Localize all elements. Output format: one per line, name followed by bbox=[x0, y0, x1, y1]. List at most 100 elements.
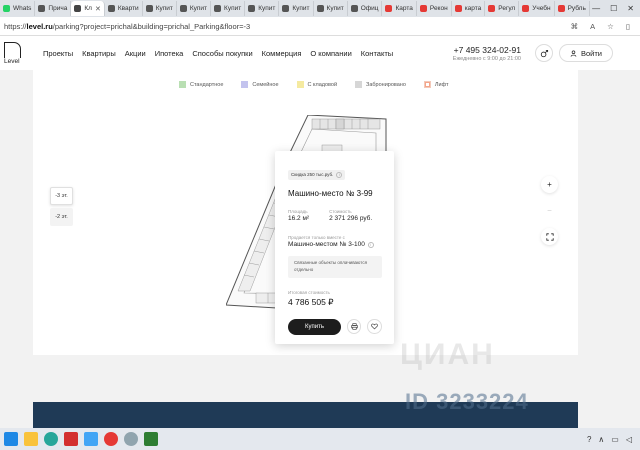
tab-label: Рекон bbox=[429, 5, 448, 12]
excel-icon[interactable] bbox=[144, 432, 158, 446]
tab-label: Купит bbox=[258, 5, 276, 12]
tab-label: Купит bbox=[155, 5, 173, 12]
close-window-icon[interactable]: ✕ bbox=[627, 4, 634, 13]
tab-label: Купит bbox=[292, 5, 310, 12]
translate-icon[interactable]: ⌘ bbox=[571, 22, 579, 31]
tab-label: Whats bbox=[13, 5, 32, 12]
display-icon[interactable]: ▭ bbox=[611, 435, 619, 444]
print-button[interactable] bbox=[346, 319, 362, 334]
browser-tab[interactable]: Карта bbox=[382, 1, 417, 16]
floor-button-minus-3[interactable]: -3 эт. bbox=[50, 187, 73, 205]
parking-spots-top[interactable] bbox=[311, 118, 381, 130]
zoom-in-button[interactable]: + bbox=[541, 176, 558, 193]
telegram-icon[interactable] bbox=[124, 432, 138, 446]
browser-tab[interactable]: Купит bbox=[177, 1, 212, 16]
paint-icon[interactable] bbox=[84, 432, 98, 446]
legend-swatch bbox=[296, 81, 304, 88]
phone-number[interactable]: +7 495 324-02-91 bbox=[453, 45, 521, 55]
tab-label: Учебн bbox=[532, 5, 551, 12]
nav-commercial[interactable]: Коммерция bbox=[262, 49, 302, 58]
read-aloud-icon[interactable]: A bbox=[590, 22, 595, 31]
browser-tab[interactable]: Купит bbox=[245, 1, 280, 16]
nav-apartments[interactable]: Квартиры bbox=[82, 49, 116, 58]
browser-tab[interactable]: Купит bbox=[143, 1, 177, 16]
windows-start-icon[interactable] bbox=[4, 432, 18, 446]
tab-favicon-icon bbox=[385, 5, 393, 12]
chrome-icon[interactable] bbox=[104, 432, 118, 446]
browser-tab[interactable]: Купит bbox=[279, 1, 314, 16]
tab-favicon-icon bbox=[145, 5, 153, 12]
floor-button-minus-2[interactable]: -2 эт. bbox=[50, 208, 73, 226]
nav-contacts[interactable]: Контакты bbox=[361, 49, 393, 58]
browser-tab[interactable]: Купит bbox=[314, 1, 348, 16]
browser-tab[interactable]: Рубль bbox=[555, 1, 590, 16]
zoom-controls: + − bbox=[541, 176, 558, 245]
tab-label: Купит bbox=[326, 5, 344, 12]
favorite-star-icon[interactable]: ☆ bbox=[607, 22, 614, 31]
minimize-icon[interactable]: — bbox=[592, 4, 600, 13]
browser-tab[interactable]: Офиц bbox=[348, 1, 383, 16]
legend-item: Лифт bbox=[423, 81, 449, 88]
compare-button[interactable] bbox=[535, 44, 553, 62]
address-bar-icons: ⌘ A ☆ ▯ bbox=[571, 22, 636, 31]
cian-watermark: ЦИАН bbox=[400, 338, 495, 371]
url-field[interactable]: https://level.ru/parking?project=prichal… bbox=[4, 22, 571, 31]
total-price-value: 4 786 505 ₽ bbox=[288, 296, 334, 307]
floor-switcher: -3 эт. -2 эт. bbox=[50, 187, 73, 226]
windows-taskbar: ? ∧ ▭ ◁ bbox=[0, 428, 640, 450]
fullscreen-icon bbox=[545, 232, 554, 241]
tab-favicon-icon bbox=[557, 5, 565, 12]
browser-tab[interactable]: Регул bbox=[485, 1, 520, 16]
legend-label: С кладовой bbox=[307, 81, 338, 88]
nav-promotions[interactable]: Акции bbox=[125, 49, 146, 58]
nav-mortgage[interactable]: Ипотека bbox=[155, 49, 184, 58]
split-screen-icon[interactable]: ▯ bbox=[626, 22, 630, 31]
maximize-icon[interactable]: ☐ bbox=[610, 4, 617, 13]
browser-tab[interactable]: Купит bbox=[211, 1, 246, 16]
browser-tab[interactable]: Кл ✕ bbox=[71, 1, 105, 16]
tab-label: карта bbox=[464, 5, 482, 12]
browser-tab[interactable]: Кварти bbox=[105, 1, 143, 16]
fullscreen-button[interactable] bbox=[541, 228, 558, 245]
tab-favicon-icon bbox=[282, 5, 290, 12]
linked-spot: Машино-местом № 3-100 i bbox=[288, 241, 382, 248]
tab-favicon-icon bbox=[488, 5, 496, 12]
area-spec: Площадь 16.2 м² bbox=[288, 209, 310, 222]
browser-tab[interactable]: Whats bbox=[0, 1, 36, 16]
parking-spot-title: Машино-место № 3-99 bbox=[288, 189, 373, 198]
tab-favicon-icon bbox=[107, 5, 115, 12]
help-icon[interactable]: ? bbox=[587, 435, 591, 444]
nav-payment-methods[interactable]: Способы покупки bbox=[192, 49, 252, 58]
nav-projects[interactable]: Проекты bbox=[43, 49, 73, 58]
browser-tab[interactable]: Учебн bbox=[519, 1, 555, 16]
tab-close-icon[interactable]: ✕ bbox=[95, 5, 101, 13]
file-explorer-icon[interactable] bbox=[24, 432, 38, 446]
print-icon bbox=[351, 323, 358, 330]
info-icon[interactable]: i bbox=[336, 171, 343, 178]
nav-about[interactable]: О компании bbox=[310, 49, 351, 58]
tab-favicon-icon bbox=[3, 5, 10, 12]
login-button[interactable]: Войти bbox=[559, 44, 613, 62]
tab-label: Рубль bbox=[567, 5, 586, 12]
acrobat-icon[interactable] bbox=[64, 432, 78, 446]
area-value: 16.2 м² bbox=[288, 215, 310, 222]
favorite-button[interactable] bbox=[367, 319, 382, 334]
browser-tab-bar: Whats Прича Кл ✕ Кварти Купит Купит Купит Купит К… bbox=[0, 0, 640, 17]
user-icon bbox=[570, 49, 577, 57]
zoom-out-button[interactable]: − bbox=[541, 202, 558, 219]
edge-browser-icon[interactable] bbox=[44, 432, 58, 446]
level-logo[interactable]: Level bbox=[4, 42, 21, 65]
browser-tab[interactable]: Прича bbox=[35, 1, 72, 16]
tray-arrow-icon[interactable]: ∧ bbox=[598, 435, 604, 444]
buy-button[interactable]: Купить bbox=[288, 318, 341, 335]
legend-item: Семейное bbox=[241, 81, 279, 88]
price-spec: Стоимость 2 371 296 руб. bbox=[329, 209, 373, 222]
browser-tab[interactable]: карта bbox=[452, 1, 486, 16]
legend-label: Лифт bbox=[434, 81, 449, 88]
main-nav: Проекты Квартиры Акции Ипотека Способы п… bbox=[43, 49, 393, 58]
address-bar[interactable]: https://level.ru/parking?project=prichal… bbox=[0, 17, 640, 36]
info-icon[interactable]: i bbox=[367, 241, 374, 248]
tab-label: Офиц bbox=[360, 5, 379, 12]
browser-tab[interactable]: Рекон bbox=[417, 1, 452, 16]
volume-icon[interactable]: ◁ bbox=[626, 435, 632, 444]
